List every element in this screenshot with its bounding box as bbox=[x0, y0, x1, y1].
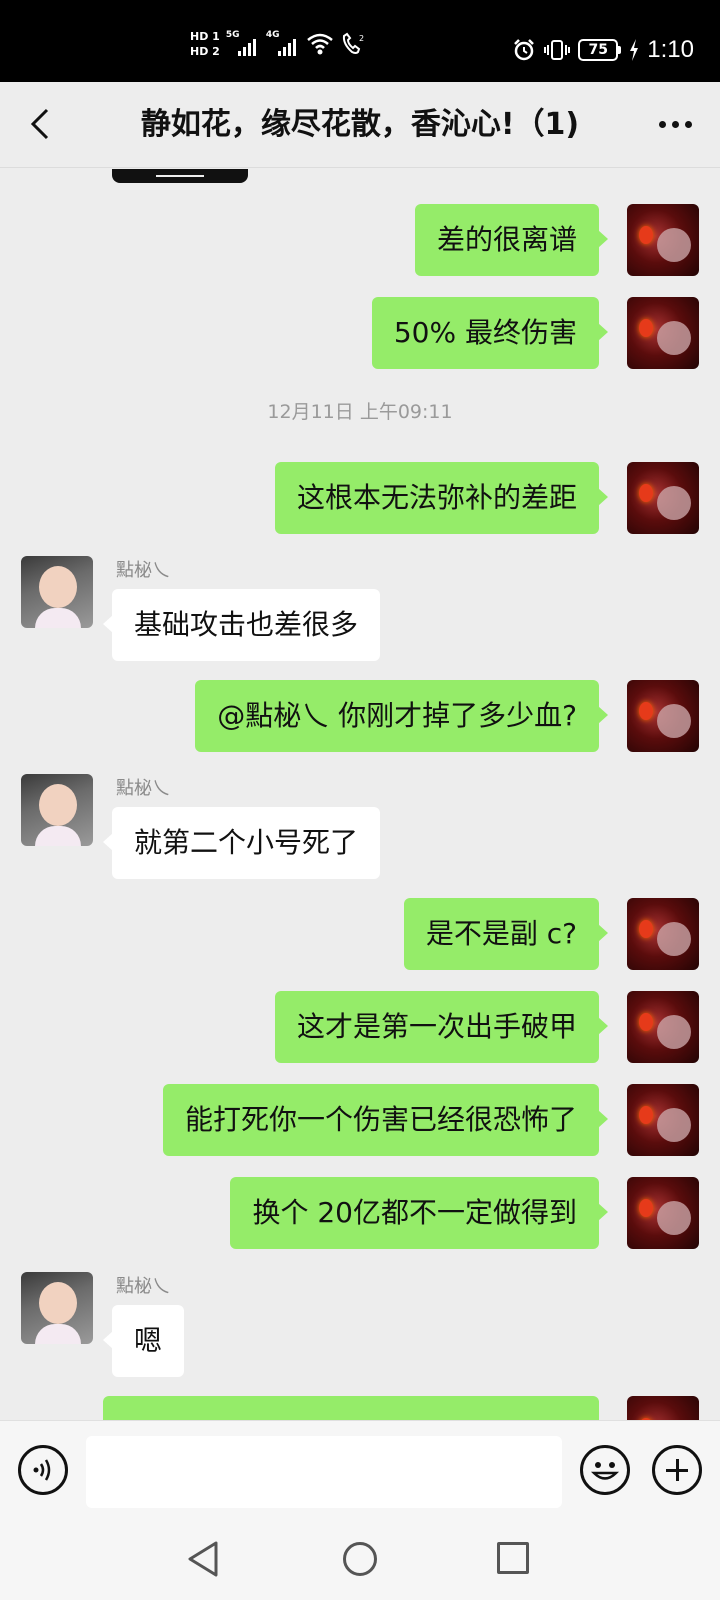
status-left: HD 1 HD 2 5G 4G 2 bbox=[190, 28, 366, 60]
my-avatar[interactable] bbox=[627, 1177, 699, 1249]
my-message-bubble[interactable]: 能打死你一个伤害已经很恐怖了 bbox=[162, 1084, 609, 1156]
sender-avatar[interactable] bbox=[21, 774, 93, 846]
my-message-bubble[interactable]: 是不是副 c? bbox=[403, 898, 609, 970]
emoji-icon bbox=[590, 1462, 620, 1480]
clock: 1:10 bbox=[647, 36, 694, 63]
sim1-badge: HD 1 bbox=[190, 29, 220, 43]
my-avatar[interactable] bbox=[627, 297, 699, 369]
my-message-bubble[interactable]: @點柲乀 你刚才掉了多少血? bbox=[195, 680, 608, 752]
other-message-bubble[interactable]: 基础攻击也差很多 bbox=[102, 589, 381, 661]
my-message-bubble[interactable]: 这才是第一次出手破甲 bbox=[274, 991, 609, 1063]
system-home-icon[interactable] bbox=[343, 1542, 377, 1576]
sender-name: 點柲乀 bbox=[116, 778, 170, 799]
system-nav-bar bbox=[0, 1520, 720, 1600]
sim-indicators: HD 1 HD 2 bbox=[190, 29, 220, 58]
charging-icon bbox=[630, 39, 639, 61]
my-avatar[interactable] bbox=[627, 1396, 699, 1420]
status-bar: HD 1 HD 2 5G 4G 2 75 1:10 bbox=[0, 0, 720, 82]
signal-5g-icon: 5G bbox=[226, 28, 260, 60]
alarm-icon bbox=[514, 39, 535, 61]
sender-name: 點柲乀 bbox=[116, 1276, 170, 1297]
back-button[interactable] bbox=[18, 102, 62, 146]
my-avatar[interactable] bbox=[627, 680, 699, 752]
sender-avatar[interactable] bbox=[21, 556, 93, 628]
my-avatar[interactable] bbox=[627, 462, 699, 534]
other-message-bubble[interactable]: 就第二个小号死了 bbox=[102, 807, 381, 879]
vibrate-icon bbox=[544, 40, 571, 60]
my-message-bubble[interactable]: 这根本无法弥补的差距 bbox=[274, 462, 609, 534]
wifi-icon bbox=[307, 33, 333, 55]
battery-icon: 75 bbox=[578, 39, 622, 61]
partial-previous-message bbox=[112, 169, 248, 183]
svg-text:2: 2 bbox=[359, 34, 364, 43]
chat-header: 静如花，缘尽花散，香沁心!（1) bbox=[0, 82, 720, 168]
my-message-bubble[interactable]: 换个 20亿都不一定做得到 bbox=[230, 1177, 608, 1249]
my-avatar[interactable] bbox=[627, 204, 699, 276]
input-bar bbox=[0, 1420, 720, 1520]
signal-4g-icon: 4G bbox=[266, 28, 300, 60]
emoji-button[interactable] bbox=[580, 1445, 630, 1495]
sim2-badge: HD 2 bbox=[190, 44, 220, 58]
chat-messages[interactable]: 差的很离谱 50% 最终伤害 12月11日 上午09:11 这根本无法弥补的差距… bbox=[0, 169, 720, 1420]
more-dots-icon bbox=[658, 120, 666, 128]
system-back-icon[interactable] bbox=[186, 1540, 220, 1578]
back-arrow-icon bbox=[30, 108, 49, 140]
my-message-bubble-partial[interactable] bbox=[103, 1396, 599, 1420]
sender-name: 點柲乀 bbox=[116, 560, 170, 581]
system-recents-icon[interactable] bbox=[497, 1542, 529, 1574]
chat-title: 静如花，缘尽花散，香沁心!（1) bbox=[140, 107, 580, 142]
my-message-bubble[interactable]: 50% 最终伤害 bbox=[371, 297, 609, 369]
my-avatar[interactable] bbox=[627, 991, 699, 1063]
my-avatar[interactable] bbox=[627, 898, 699, 970]
voice-icon bbox=[33, 1459, 51, 1481]
voice-button[interactable] bbox=[18, 1445, 68, 1495]
battery-level: 75 bbox=[578, 39, 619, 61]
more-button[interactable] bbox=[650, 102, 700, 146]
my-avatar[interactable] bbox=[627, 1084, 699, 1156]
message-input[interactable] bbox=[86, 1436, 562, 1508]
plus-button[interactable] bbox=[652, 1445, 702, 1495]
message-timestamp: 12月11日 上午09:11 bbox=[267, 401, 453, 423]
my-message-bubble[interactable]: 差的很离谱 bbox=[414, 204, 609, 276]
other-message-bubble[interactable]: 嗯 bbox=[102, 1305, 185, 1377]
status-right: 75 1:10 bbox=[512, 36, 694, 64]
sender-avatar[interactable] bbox=[21, 1272, 93, 1344]
wifi-calling-icon: 2 bbox=[342, 32, 364, 54]
